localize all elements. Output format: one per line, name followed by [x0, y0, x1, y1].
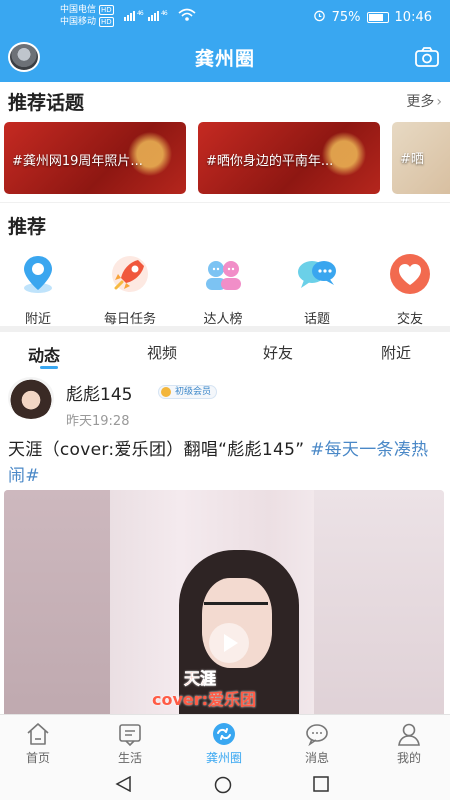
svg-text:46: 46	[137, 10, 144, 17]
home-icon	[25, 721, 51, 747]
rocket-icon	[108, 252, 152, 296]
hd-badge: HD	[99, 5, 114, 15]
recommend-label: 每日任务	[103, 312, 156, 327]
nav-label: 龚州圈	[205, 751, 242, 765]
circle-icon	[211, 721, 237, 747]
profile-icon	[396, 721, 422, 747]
topic-label: #晒	[400, 152, 424, 167]
recommend-item-dating[interactable]: 交友	[375, 252, 445, 327]
page-title: 龚州圈	[194, 48, 255, 70]
recommend-item-nearby[interactable]: 附近	[3, 252, 73, 327]
recommend-item-daily-task[interactable]: 每日任务	[95, 252, 165, 327]
battery-percent: 75%	[331, 10, 361, 25]
recommend-label: 话题	[303, 312, 330, 327]
top-bar: 中国电信 HD 中国移动 HD 46 46 75% 10:46 龚州圈	[0, 0, 450, 82]
topics-title: 推荐话题	[8, 92, 85, 114]
battery-icon	[366, 12, 389, 23]
app-header: 龚州圈	[0, 34, 450, 82]
post-author-name[interactable]: 彪彪145	[66, 380, 132, 405]
video-glasses	[204, 602, 268, 616]
nav-messages[interactable]: 消息	[282, 715, 352, 769]
heart-icon	[388, 252, 432, 296]
nav-label: 生活	[117, 751, 142, 765]
video-frame-left	[4, 490, 110, 720]
topic-card[interactable]: #晒	[392, 122, 450, 194]
tab-dynamic[interactable]: 动态	[28, 342, 60, 366]
post-time: 昨天19:28	[66, 414, 130, 429]
signal-icon: 46 46	[124, 9, 174, 24]
chevron-right-icon: ›	[436, 94, 442, 110]
topic-carousel[interactable]: #龚州网19周年照片... #晒你身边的平南年... #晒	[4, 122, 450, 196]
video-frame-right	[314, 490, 444, 720]
people-icon	[201, 252, 245, 296]
battery-fill	[368, 14, 383, 21]
post-body: 天涯（cover:爱乐团）翻唱“彪彪145”	[8, 440, 305, 460]
topic-card[interactable]: #龚州网19周年照片...	[4, 122, 186, 194]
divider	[0, 202, 450, 203]
camera-icon[interactable]	[414, 46, 440, 72]
active-tab-indicator	[40, 366, 58, 369]
more-link[interactable]: 更多 ›	[406, 91, 442, 111]
recommend-item-ranking[interactable]: 达人榜	[188, 252, 258, 327]
bottom-nav: 首页 生活 龚州圈 消息 我的	[0, 714, 450, 768]
carrier-1: 中国电信	[60, 5, 97, 15]
post-video[interactable]: 天涯 cover:爱乐团	[4, 490, 444, 720]
recommend-label: 交友	[396, 312, 423, 327]
member-badge-label: 初级会员	[175, 387, 212, 397]
recents-icon[interactable]	[313, 776, 329, 796]
member-badge: 初级会员	[158, 385, 218, 399]
life-icon	[117, 721, 143, 747]
vip-icon	[161, 387, 171, 397]
topic-label: #晒你身边的平南年...	[206, 154, 334, 169]
tab-video[interactable]: 视频	[147, 342, 177, 363]
chat-bubbles-icon	[295, 252, 339, 296]
divider	[0, 326, 450, 332]
home-button-icon[interactable]	[214, 776, 232, 798]
hd-badge: HD	[99, 17, 114, 27]
nav-profile[interactable]: 我的	[374, 715, 444, 769]
nav-circle[interactable]: 龚州圈	[189, 715, 259, 769]
topic-label: #龚州网19周年照片...	[12, 154, 143, 169]
clock: 10:46	[394, 10, 432, 25]
tab-friends[interactable]: 好友	[263, 342, 293, 363]
post-text[interactable]: 天涯（cover:爱乐团）翻唱“彪彪145” #每天一条凑热闹#	[8, 437, 444, 489]
location-pin-icon	[16, 252, 60, 296]
carrier-2: 中国移动	[60, 17, 97, 27]
message-icon	[304, 721, 330, 747]
nav-life[interactable]: 生活	[95, 715, 165, 769]
more-label: 更多	[406, 94, 435, 110]
feed-tabs: 动态 视频 好友 附近	[0, 334, 450, 370]
tab-nearby[interactable]: 附近	[381, 342, 411, 363]
system-nav-bar	[0, 768, 450, 800]
recommend-label: 附近	[24, 312, 51, 327]
wifi-icon	[178, 8, 196, 25]
nav-label: 我的	[396, 751, 421, 765]
play-icon[interactable]	[209, 623, 249, 663]
screen: 中国电信 HD 中国移动 HD 46 46 75% 10:46 龚州圈 推荐话题…	[0, 0, 450, 800]
video-subtitle: cover:爱乐团	[152, 690, 257, 709]
nav-label: 首页	[25, 751, 50, 765]
nav-home[interactable]: 首页	[3, 715, 73, 769]
status-bar: 中国电信 HD 中国移动 HD 46 46 75% 10:46	[0, 0, 450, 34]
topic-card[interactable]: #晒你身边的平南年...	[198, 122, 380, 194]
svg-text:46: 46	[161, 10, 168, 17]
alarm-icon	[313, 9, 326, 26]
back-icon[interactable]	[115, 775, 133, 796]
status-right: 75% 10:46	[313, 9, 432, 26]
carrier-info: 中国电信 HD 中国移动 HD	[60, 4, 114, 28]
recommend-item-topics[interactable]: 话题	[282, 252, 352, 327]
nav-label: 消息	[304, 751, 329, 765]
recommend-label: 达人榜	[203, 312, 243, 327]
recommend-title: 推荐	[8, 216, 47, 238]
post-author-avatar[interactable]	[8, 377, 54, 419]
